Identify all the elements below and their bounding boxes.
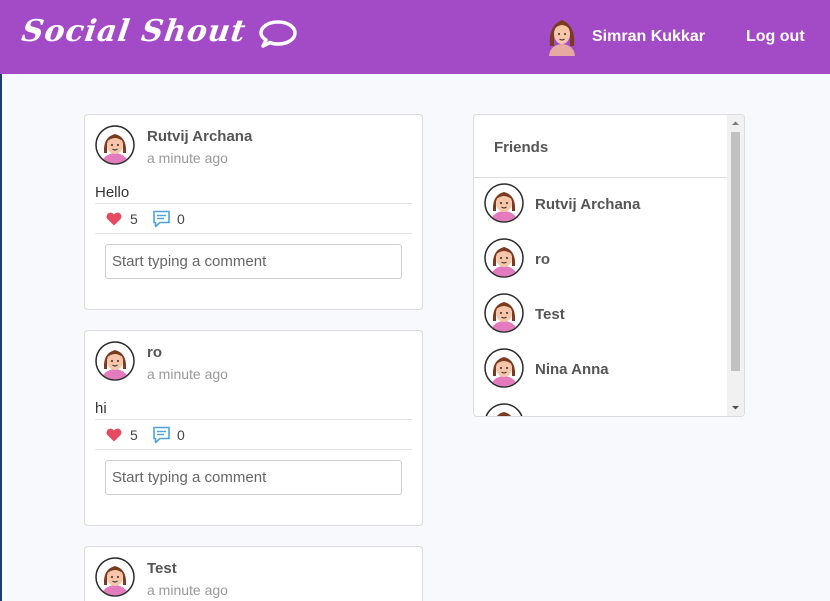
chat-bubble-icon <box>259 19 297 48</box>
friend-name: Rutvij Archana <box>535 196 641 213</box>
post-content: Hello <box>95 184 130 201</box>
comment-count: 0 <box>177 211 185 227</box>
friend-item[interactable]: Rutvij Archana <box>484 183 724 227</box>
user-avatar-icon <box>484 238 524 278</box>
divider <box>95 233 412 234</box>
user-avatar-icon <box>484 183 524 223</box>
divider <box>95 203 412 204</box>
scroll-up-arrow-icon[interactable] <box>727 115 744 132</box>
logout-link[interactable]: Log out <box>746 28 805 46</box>
post-card: Rutvij Archana a minute ago Hello 5 0 <box>84 114 423 310</box>
post-timestamp: a minute ago <box>147 582 228 598</box>
top-navbar: Social Shout Simran Kukkar Log out <box>0 0 830 74</box>
friend-item[interactable] <box>484 403 724 417</box>
brand-name: Social Shout <box>19 14 249 49</box>
current-user-name[interactable]: Simran Kukkar <box>592 28 705 46</box>
friend-item[interactable]: Nina Anna <box>484 348 724 392</box>
divider <box>95 419 412 420</box>
friend-name: Nina Anna <box>535 361 609 378</box>
comment-icon[interactable] <box>152 210 171 228</box>
heart-icon[interactable] <box>106 428 122 442</box>
friends-scrollbar[interactable] <box>727 115 744 416</box>
friend-item[interactable]: Test <box>484 293 724 337</box>
friend-name: ro <box>535 251 550 268</box>
user-avatar-icon <box>484 348 524 388</box>
brand-logo[interactable]: Social Shout <box>19 14 298 49</box>
user-avatar-icon <box>484 293 524 333</box>
user-avatar-icon[interactable] <box>545 14 579 56</box>
comment-input[interactable] <box>105 460 402 495</box>
divider <box>474 177 728 178</box>
friends-title: Friends <box>494 139 549 156</box>
comment-input[interactable] <box>105 244 402 279</box>
scroll-thumb[interactable] <box>731 132 740 371</box>
scroll-down-arrow-icon[interactable] <box>727 399 744 416</box>
comment-count: 0 <box>177 427 185 443</box>
heart-icon[interactable] <box>106 212 122 226</box>
friends-panel: Friends Rutvij Archana ro Test Nina Anna <box>473 114 745 417</box>
post-author[interactable]: Rutvij Archana <box>147 128 252 145</box>
user-avatar-icon <box>484 403 524 417</box>
post-timestamp: a minute ago <box>147 150 228 166</box>
divider <box>95 449 412 450</box>
user-avatar-icon[interactable] <box>95 125 135 165</box>
post-card: ro a minute ago hi 5 0 <box>84 330 423 526</box>
post-timestamp: a minute ago <box>147 366 228 382</box>
post-card: Test a minute ago <box>84 546 423 601</box>
like-count: 5 <box>130 427 138 443</box>
post-author[interactable]: Test <box>147 560 177 577</box>
user-avatar-icon[interactable] <box>95 341 135 381</box>
post-content: hi <box>95 400 107 417</box>
friend-name: Test <box>535 306 565 323</box>
like-count: 5 <box>130 211 138 227</box>
window-edge <box>0 74 2 601</box>
user-avatar-icon[interactable] <box>95 557 135 597</box>
post-author[interactable]: ro <box>147 344 162 361</box>
comment-icon[interactable] <box>152 426 171 444</box>
friend-item[interactable]: ro <box>484 238 724 282</box>
